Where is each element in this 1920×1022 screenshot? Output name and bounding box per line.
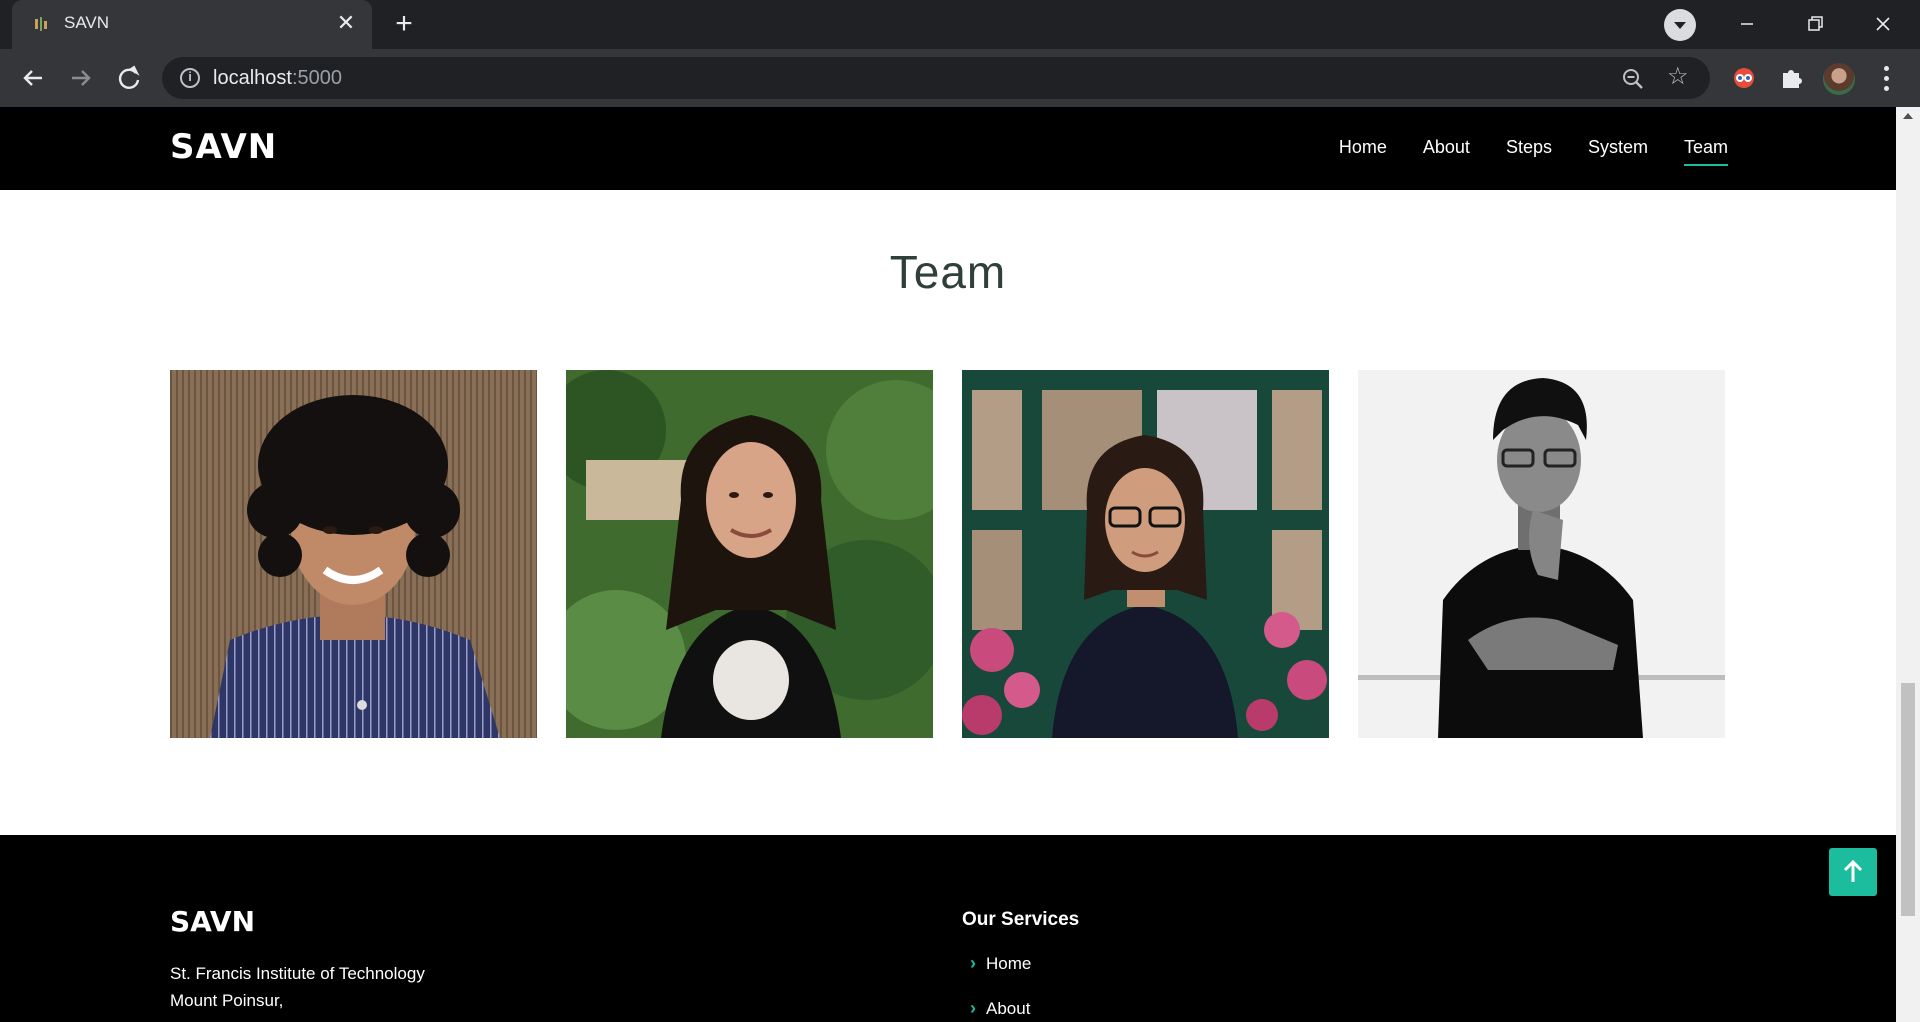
url-text: localhost:5000 [213,67,342,89]
site-footer: SAVN St. Francis Institute of Technology… [0,835,1896,1022]
chevron-right-icon: › [970,953,976,973]
nav-team[interactable]: Team [1683,137,1729,166]
address-bar[interactable]: localhost:5000 ☆ [162,57,1710,99]
services-heading: Our Services [962,909,1080,930]
zoom-icon[interactable] [1620,66,1646,92]
back-to-top-button[interactable] [1829,848,1877,896]
tab-title: SAVN [64,13,110,32]
menu-icon[interactable] [1876,61,1896,95]
site-info-icon[interactable] [180,68,200,88]
member-photo-4 [1358,370,1725,738]
footer-logo: SAVN [170,905,256,938]
page-scrollbar[interactable] [1896,107,1920,1022]
site-logo[interactable]: SAVN [170,127,277,167]
minimize-icon[interactable] [1724,8,1770,40]
site-header: SAVN Home About Steps System Team [0,107,1896,190]
member-photo-1 [170,370,537,738]
profile-avatar[interactable] [1823,63,1855,95]
extension-icon[interactable] [1727,61,1761,95]
team-member-photo [566,370,933,738]
restore-icon[interactable] [1792,8,1838,40]
team-member-photo [1358,370,1725,738]
back-icon[interactable] [16,61,50,95]
nav-system[interactable]: System [1588,137,1648,166]
browser-toolbar: localhost:5000 ☆ [0,49,1920,107]
footer-link-about[interactable]: › About [970,998,1030,1019]
address-line: Mount Poinsur, [170,991,284,1010]
member-photo-3 [962,370,1329,738]
browser-tab[interactable]: SAVN ✕ [12,0,372,49]
page-viewport: SAVN Home About Steps System Team Team S… [0,107,1896,1022]
tab-search-button[interactable] [1664,9,1696,41]
nav-about[interactable]: About [1423,137,1470,166]
team-member-photo [962,370,1329,738]
puzzle-icon[interactable] [1774,61,1808,95]
team-member-photo [170,370,537,738]
nav-steps[interactable]: Steps [1506,137,1552,166]
scroll-thumb[interactable] [1901,683,1915,916]
main-nav: Home About Steps System Team [1303,137,1729,166]
arrow-up-icon [1843,859,1863,882]
reload-icon[interactable] [112,61,146,95]
favicon-icon [35,17,47,31]
close-icon[interactable]: ✕ [334,11,358,35]
chevron-right-icon: › [970,998,976,1018]
address-line: St. Francis Institute of Technology [170,964,425,983]
section-title: Team [889,246,1007,298]
bookmark-star-icon[interactable]: ☆ [1667,64,1693,90]
footer-link-home[interactable]: › Home [970,953,1031,974]
new-tab-button[interactable]: + [388,9,420,41]
nav-home[interactable]: Home [1339,137,1387,166]
scroll-up-icon[interactable] [1903,113,1913,119]
window-close-icon[interactable] [1860,8,1906,40]
member-photo-2 [566,370,933,738]
forward-icon[interactable] [64,61,98,95]
browser-tab-strip: SAVN ✕ + [0,0,1920,49]
